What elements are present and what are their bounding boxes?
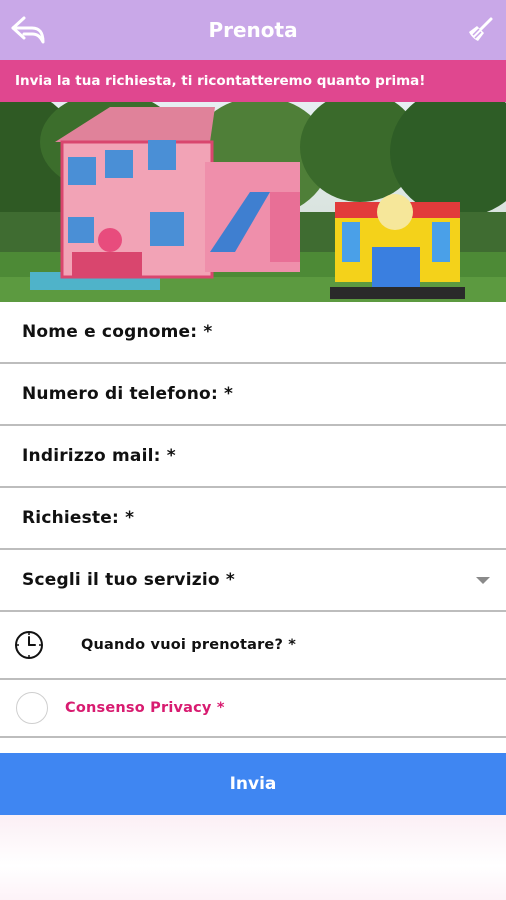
hero-image [0,102,506,302]
name-field-label: Nome e cognome: * [22,322,213,342]
booking-form: Nome e cognome: * Numero di telefono: * … [0,302,506,738]
info-banner: Invia la tua richiesta, ti ricontatterem… [0,60,506,102]
privacy-consent-label: Consenso Privacy * [65,700,225,716]
back-button[interactable] [8,12,48,48]
clear-form-button[interactable] [462,12,498,48]
back-arrow-icon [11,16,45,44]
requests-field[interactable]: Richieste: * [0,488,506,550]
privacy-consent[interactable]: Consenso Privacy * [0,680,506,738]
booking-time-picker[interactable]: Quando vuoi prenotare? * [0,612,506,680]
phone-field-label: Numero di telefono: * [22,384,234,404]
service-select-label: Scegli il tuo servizio * [22,570,235,590]
privacy-radio-button[interactable] [16,692,48,724]
submit-button[interactable]: Invia [0,753,506,815]
broom-icon [469,17,493,41]
page-title: Prenota [208,18,298,42]
name-field[interactable]: Nome e cognome: * [0,302,506,364]
background-decoration [0,815,506,900]
top-app-bar: Prenota [0,0,506,60]
service-select[interactable]: Scegli il tuo servizio * [0,550,506,612]
clock-icon [15,631,43,659]
email-field[interactable]: Indirizzo mail: * [0,426,506,488]
email-field-label: Indirizzo mail: * [22,446,176,466]
dropdown-arrow-icon [476,577,490,584]
phone-field[interactable]: Numero di telefono: * [0,364,506,426]
requests-field-label: Richieste: * [22,508,135,528]
booking-time-label: Quando vuoi prenotare? * [81,637,297,653]
